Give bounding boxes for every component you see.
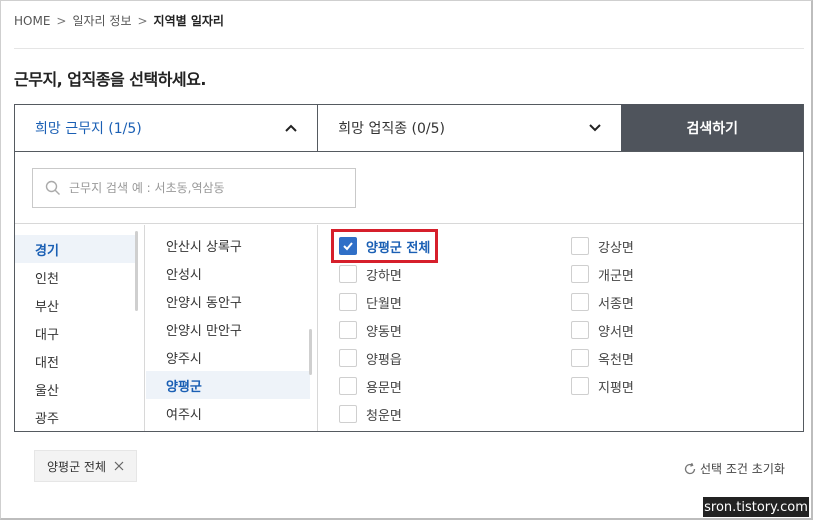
town-checkbox[interactable]: 단월면 <box>339 290 402 314</box>
sigungu-item[interactable]: 안양시 만안구 <box>146 315 310 343</box>
sigungu-item-selected[interactable]: 양평군 <box>146 371 310 399</box>
sido-scrollbar[interactable] <box>135 231 138 311</box>
sigungu-list: 안산시 상록구 안성시 안양시 동안구 안양시 만안구 양주시 양평군 여주시 <box>146 225 318 431</box>
search-icon <box>45 180 60 195</box>
town-checkbox[interactable]: 양평읍 <box>339 346 402 370</box>
refresh-icon <box>684 462 696 474</box>
town-checkbox[interactable]: 양서면 <box>571 318 634 342</box>
town-checkbox[interactable]: 서종면 <box>571 290 634 314</box>
list-item-partial: · <box>15 225 137 235</box>
breadcrumb-current: 지역별 일자리 <box>153 14 224 28</box>
town-label: 서종면 <box>598 296 634 312</box>
town-label: 양동면 <box>366 324 402 340</box>
town-label: 강상면 <box>598 240 634 256</box>
checkbox[interactable] <box>571 265 589 283</box>
sigungu-item[interactable]: 안산시 상록구 <box>146 231 310 259</box>
town-checkbox[interactable]: 양동면 <box>339 318 402 342</box>
selector-panel: 희망 근무지 (1/5) 희망 업직종 (0/5) 검색하기 · 경기 인천 <box>14 104 804 432</box>
selected-chip-label: 양평군 전체 <box>47 459 107 474</box>
breadcrumb-separator: > <box>56 13 67 28</box>
divider <box>14 48 804 49</box>
search-box[interactable] <box>32 168 356 208</box>
town-label: 단월면 <box>366 296 402 312</box>
sido-item-busan[interactable]: 부산 <box>15 291 137 319</box>
town-label: 양서면 <box>598 324 634 340</box>
checkbox[interactable] <box>571 321 589 339</box>
tab-job-label: 희망 업직종 (0/5) <box>338 121 446 137</box>
tab-region[interactable]: 희망 근무지 (1/5) <box>15 105 319 151</box>
checkbox[interactable] <box>571 349 589 367</box>
sigungu-item[interactable]: 안양시 동안구 <box>146 287 310 315</box>
breadcrumb-home-link[interactable]: HOME <box>14 14 50 28</box>
sido-item-gyeonggi[interactable]: 경기 <box>15 235 137 263</box>
reset-label: 선택 조건 초기화 <box>700 462 785 476</box>
checkbox[interactable] <box>339 349 357 367</box>
sido-item-daejeon[interactable]: 대전 <box>15 347 137 375</box>
tab-bar: 희망 근무지 (1/5) 희망 업직종 (0/5) 검색하기 <box>15 104 803 152</box>
sigungu-item[interactable]: 양주시 <box>146 343 310 371</box>
selection-footer: 양평군 전체 선택 조건 초기화 <box>0 432 811 518</box>
checkbox[interactable] <box>339 377 357 395</box>
tab-region-label: 희망 근무지 (1/5) <box>35 121 142 137</box>
selected-chip: 양평군 전체 <box>34 450 138 482</box>
town-checkbox-grid: 양평군 전체 강하면 단월면 양동면 양평읍 용문면 청운면 강상면 개군면 서… <box>319 225 803 431</box>
checkbox[interactable] <box>339 321 357 339</box>
sigungu-item[interactable]: 여주시 <box>146 399 310 427</box>
checkbox[interactable] <box>571 377 589 395</box>
town-label: 강하면 <box>366 268 402 284</box>
breadcrumb: HOME > 일자리 정보 > 지역별 일자리 <box>14 12 224 29</box>
search-area <box>15 152 803 224</box>
breadcrumb-section-link[interactable]: 일자리 정보 <box>72 12 131 29</box>
town-label: 청운면 <box>366 408 402 424</box>
town-label: 개군면 <box>598 268 634 284</box>
highlight-annotation-box <box>331 229 438 263</box>
town-label: 옥천면 <box>598 352 634 368</box>
town-checkbox[interactable]: 옥천면 <box>571 346 634 370</box>
sido-item-incheon[interactable]: 인천 <box>15 263 137 291</box>
town-label: 지평면 <box>598 380 634 396</box>
sido-item-ulsan[interactable]: 울산 <box>15 375 137 403</box>
search-button[interactable]: 검색하기 <box>621 104 803 151</box>
sido-list: · 경기 인천 부산 대구 대전 울산 광주 <box>15 225 145 431</box>
tab-job[interactable]: 희망 업직종 (0/5) <box>318 105 621 151</box>
checkbox[interactable] <box>339 405 357 423</box>
town-checkbox[interactable]: 용문면 <box>339 374 402 398</box>
sigungu-scrollbar[interactable] <box>309 329 312 375</box>
sido-item-daegu[interactable]: 대구 <box>15 319 137 347</box>
close-icon[interactable] <box>114 461 124 471</box>
reset-button[interactable]: 선택 조건 초기화 <box>683 460 785 477</box>
chevron-down-icon <box>589 124 602 132</box>
chevron-up-icon <box>285 124 297 132</box>
watermark: sron.tistory.com <box>703 497 809 517</box>
town-checkbox[interactable]: 강상면 <box>571 234 634 258</box>
sigungu-item[interactable]: 안성시 <box>146 259 310 287</box>
breadcrumb-separator: > <box>137 13 148 28</box>
search-input[interactable] <box>69 181 349 195</box>
town-checkbox[interactable]: 청운면 <box>339 402 402 426</box>
town-checkbox[interactable]: 개군면 <box>571 262 634 286</box>
checkbox[interactable] <box>339 265 357 283</box>
town-checkbox[interactable]: 강하면 <box>339 262 402 286</box>
checkbox[interactable] <box>339 293 357 311</box>
town-label: 용문면 <box>366 380 402 396</box>
page-title: 근무지, 업직종을 선택하세요. <box>14 70 206 89</box>
location-lists: · 경기 인천 부산 대구 대전 울산 광주 안산시 상록구 안성시 안양시 동… <box>15 225 803 431</box>
checkbox[interactable] <box>571 237 589 255</box>
checkbox[interactable] <box>571 293 589 311</box>
town-label: 양평읍 <box>366 352 402 368</box>
town-checkbox[interactable]: 지평면 <box>571 374 634 398</box>
sido-item-gwangju[interactable]: 광주 <box>15 403 137 431</box>
